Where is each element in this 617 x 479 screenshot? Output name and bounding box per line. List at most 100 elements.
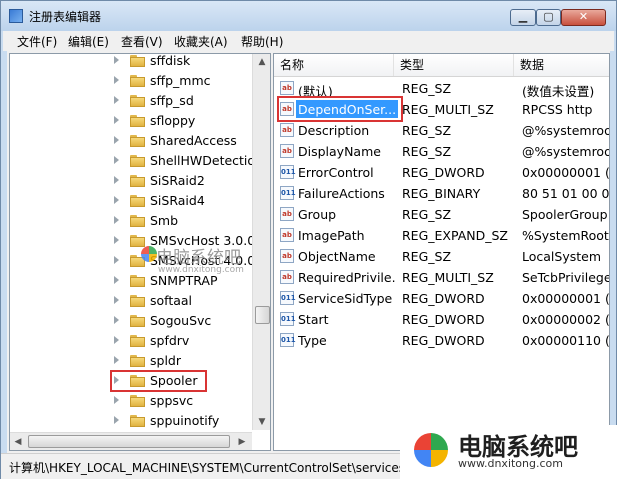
- expand-arrow-icon[interactable]: [114, 256, 119, 264]
- expand-arrow-icon[interactable]: [114, 316, 119, 324]
- value-name: ServiceSidType: [298, 291, 393, 306]
- tree-item-shellhwdetection[interactable]: ShellHWDetection: [10, 151, 263, 171]
- minimize-button[interactable]: ▁: [510, 9, 536, 26]
- expand-arrow-icon[interactable]: [114, 96, 119, 104]
- expand-arrow-icon[interactable]: [114, 196, 119, 204]
- value-row[interactable]: 011ErrorControl REG_DWORD 0x00000001 (1): [274, 162, 609, 183]
- scroll-up-arrow-icon[interactable]: ▲: [253, 54, 270, 70]
- tree-item-label: softaal: [150, 293, 193, 308]
- tree-item-sffdisk[interactable]: sffdisk: [10, 54, 252, 71]
- value-type: REG_BINARY: [402, 186, 481, 201]
- folder-icon: [130, 295, 145, 307]
- value-row[interactable]: ab RequiredPrivile... REG_MULTI_SZ SeTcbPri…: [274, 267, 609, 288]
- expand-arrow-icon[interactable]: [114, 116, 119, 124]
- list-header: 名称 类型 数据: [274, 54, 609, 77]
- expand-arrow-icon[interactable]: [114, 156, 119, 164]
- value-row[interactable]: ab ObjectName REG_SZ LocalSystem: [274, 246, 609, 267]
- tree-item-label: Smb: [150, 213, 179, 228]
- value-name: Group: [298, 207, 337, 222]
- menu-view[interactable]: 查看(V): [121, 33, 163, 50]
- tree-item-label: SogouSvc: [150, 313, 212, 328]
- expand-arrow-icon[interactable]: [114, 396, 119, 404]
- folder-icon: [130, 135, 145, 147]
- tree-item-label: spldr: [150, 353, 181, 368]
- tree-item-spldr[interactable]: spldr: [10, 351, 252, 371]
- expand-arrow-icon[interactable]: [114, 276, 119, 284]
- tree-item-sffp-mmc[interactable]: sffp_mmc: [10, 71, 252, 91]
- value-row[interactable]: ab DisplayName REG_SZ @%systemroot: [274, 141, 609, 162]
- tree-item-sfloppy[interactable]: sfloppy: [10, 111, 252, 131]
- expand-arrow-icon[interactable]: [114, 76, 119, 84]
- value-data: @%systemroot: [522, 123, 610, 138]
- watermark-center-url: www.dnxitong.com: [158, 265, 244, 275]
- column-header-name[interactable]: 名称: [274, 54, 394, 76]
- value-type: REG_SZ: [402, 123, 452, 138]
- value-row[interactable]: ab Description REG_SZ @%systemroot: [274, 120, 610, 141]
- tree-vscroll-thumb[interactable]: [255, 306, 270, 324]
- tree-item-label: SharedAccess: [150, 133, 237, 148]
- client-area: sffdisk sffp_mmc sffp_sdsfloppy SharedAcces…: [7, 51, 610, 453]
- folder-icon: [130, 215, 145, 227]
- value-row[interactable]: 011Type REG_DWORD 0x00000110 (27: [274, 330, 609, 351]
- tree-item-spfdrv[interactable]: spfdrv: [10, 331, 252, 351]
- value-type: REG_SZ: [402, 249, 452, 264]
- column-header-data[interactable]: 数据: [514, 54, 609, 76]
- expand-arrow-icon[interactable]: [114, 216, 119, 224]
- scroll-left-arrow-icon[interactable]: ◀: [10, 433, 26, 450]
- folder-icon: [130, 175, 145, 187]
- tree-item-label: ShellHWDetection: [150, 153, 263, 168]
- expand-arrow-icon[interactable]: [114, 356, 119, 364]
- tree-item-sisraid4[interactable]: SiSRaid4: [10, 191, 252, 211]
- expand-arrow-icon[interactable]: [114, 236, 119, 244]
- binary-icon: 011: [280, 186, 296, 200]
- tree-item-sogousvc[interactable]: SogouSvc: [10, 311, 252, 331]
- value-data: 0x00000002 (2): [522, 312, 610, 327]
- menu-file[interactable]: 文件(F): [17, 33, 57, 50]
- value-name: Start: [298, 312, 329, 327]
- tree-item-softaal[interactable]: softaal: [10, 291, 252, 311]
- folder-icon: [130, 395, 145, 407]
- binary-icon: 011: [280, 291, 296, 305]
- tree-item-smb[interactable]: Smb: [10, 211, 252, 231]
- title-bar[interactable]: 注册表编辑器 ▁ ▢ ✕: [1, 1, 616, 31]
- tree-item-sharedaccess[interactable]: SharedAccess: [10, 131, 252, 151]
- values-list[interactable]: 名称 类型 数据 ab (默认) REG_SZ (数值未设置) ab DependOnSe…: [273, 53, 610, 451]
- column-header-type[interactable]: 类型: [394, 54, 514, 76]
- tree-horizontal-scrollbar[interactable]: ◀ ▶: [10, 432, 252, 450]
- value-row[interactable]: 011 FailureActions REG_BINARY 80 51 01 00 0…: [274, 183, 609, 204]
- value-row[interactable]: ab Group REG_SZ SpoolerGroup: [274, 204, 609, 225]
- tree-item-sppsvc[interactable]: sppsvc: [10, 391, 252, 411]
- value-name: DisplayName: [298, 144, 381, 159]
- tree-item-sffp-sd[interactable]: sffp_sd: [10, 91, 252, 111]
- expand-arrow-icon[interactable]: [114, 336, 119, 344]
- expand-arrow-icon[interactable]: [114, 296, 119, 304]
- scroll-right-arrow-icon[interactable]: ▶: [234, 433, 250, 450]
- maximize-button[interactable]: ▢: [536, 9, 561, 26]
- value-row[interactable]: 011Start REG_DWORD 0x00000002 (2): [274, 309, 610, 330]
- value-data: %SystemRoot%: [522, 228, 609, 243]
- value-row[interactable]: ab ImagePath REG_EXPAND_SZ %SystemRoot%: [274, 225, 609, 246]
- menu-help[interactable]: 帮助(H): [241, 33, 283, 50]
- tree-hscroll-thumb[interactable]: [28, 435, 230, 448]
- folder-icon: [130, 195, 145, 207]
- expand-arrow-icon[interactable]: [114, 176, 119, 184]
- scroll-down-arrow-icon[interactable]: ▼: [253, 414, 270, 430]
- folder-icon: [130, 415, 145, 427]
- expand-arrow-icon[interactable]: [114, 136, 119, 144]
- tree-item-label: sfloppy: [150, 113, 196, 128]
- value-row[interactable]: 011ServiceSidType REG_DWORD 0x00000001 (1): [274, 288, 609, 309]
- tree-vertical-scrollbar[interactable]: ▲ ▼: [252, 54, 270, 430]
- tree-item-sppuinotify[interactable]: sppuinotify: [10, 411, 252, 431]
- value-name: FailureActions: [298, 186, 385, 201]
- menu-edit[interactable]: 编辑(E): [68, 33, 109, 50]
- value-type: REG_DWORD: [402, 333, 485, 348]
- close-button[interactable]: ✕: [561, 9, 606, 26]
- expand-arrow-icon[interactable]: [114, 416, 119, 424]
- window-title: 注册表编辑器: [29, 10, 102, 24]
- ab-icon: ab: [280, 144, 294, 158]
- expand-arrow-icon[interactable]: [114, 56, 119, 64]
- tree-item-sisraid2[interactable]: SiSRaid2: [10, 171, 252, 191]
- binary-icon: 011: [280, 333, 296, 347]
- menu-favorites[interactable]: 收藏夹(A): [174, 33, 228, 50]
- value-name: ErrorControl: [298, 165, 374, 180]
